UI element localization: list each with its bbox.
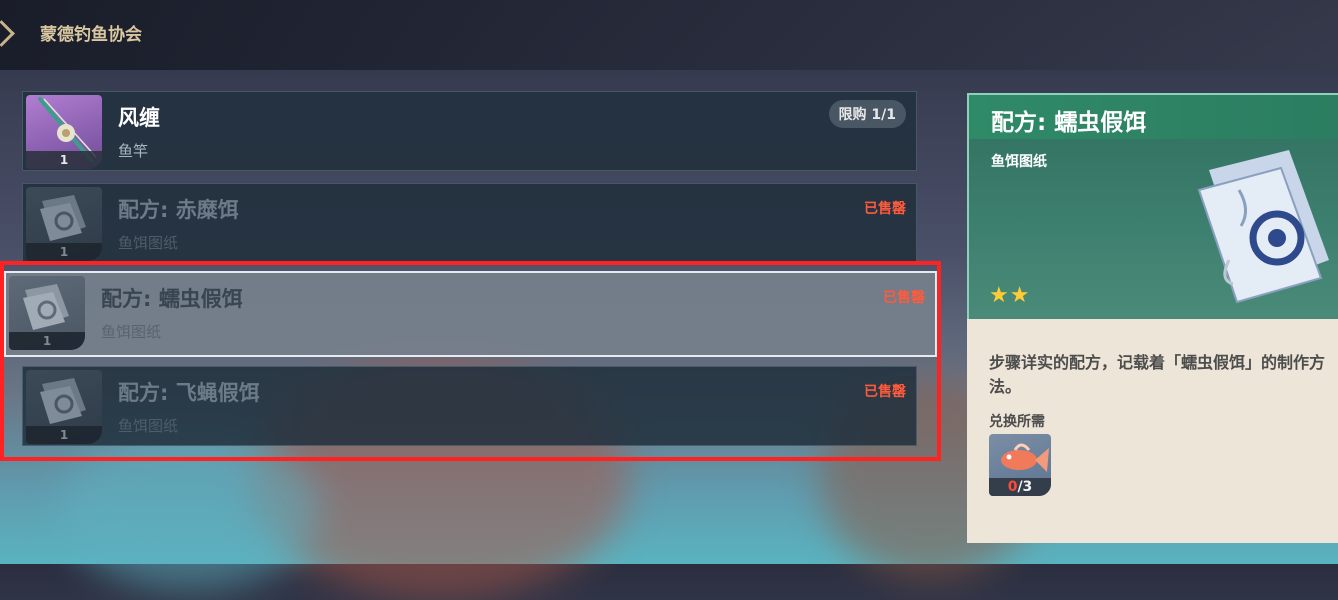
cost-need: /3	[1017, 479, 1033, 495]
back-chevron-icon[interactable]	[0, 20, 15, 47]
item-name: 配方: 赤糜饵	[118, 198, 239, 222]
item-type: 鱼饵图纸	[118, 234, 179, 252]
detail-title: 配方: 蠕虫假饵	[991, 110, 1147, 136]
item-quantity: 1	[9, 332, 85, 350]
bait-scroll-icon: 1	[26, 187, 102, 261]
cost-have: 0	[1007, 479, 1018, 495]
shop-item-fengchan[interactable]: 1 风缠 鱼竿 限购 1/1	[22, 91, 917, 171]
fishing-rod-icon: 1	[26, 95, 102, 169]
bait-scroll-icon: 1	[26, 370, 102, 444]
detail-title-bar: 配方: 蠕虫假饵	[969, 95, 1338, 139]
item-detail-panel: 配方: 蠕虫假饵 鱼饵图纸 ★★ 步骤详实的配方，记载着「蠕虫假饵」的制作方法。…	[967, 93, 1338, 543]
item-description: 步骤详实的配方，记载着「蠕虫假饵」的制作方法。	[989, 353, 1326, 396]
fish-icon	[1001, 443, 1049, 472]
bait-scroll-icon: 1	[9, 276, 85, 350]
shop-item-fly-lure[interactable]: 1 配方: 飞蝇假饵 鱼饵图纸 已售罄	[22, 366, 917, 446]
detail-header: 配方: 蠕虫假饵 鱼饵图纸 ★★	[967, 93, 1338, 319]
detail-category: 鱼饵图纸	[991, 154, 1047, 170]
item-quantity: 1	[26, 151, 102, 169]
shop-item-chimi-bait[interactable]: 1 配方: 赤糜饵 鱼饵图纸 已售罄	[22, 183, 917, 263]
item-type: 鱼竿	[118, 142, 149, 160]
shop-item-worm-lure[interactable]: 1 配方: 蠕虫假饵 鱼饵图纸 已售罄	[4, 271, 937, 357]
item-name: 配方: 蠕虫假饵	[101, 287, 243, 311]
item-name: 风缠	[118, 106, 160, 130]
item-type: 鱼饵图纸	[118, 417, 179, 435]
item-quantity: 1	[26, 243, 102, 261]
cost-item-slot[interactable]: 0/3	[989, 434, 1051, 496]
cost-label: 兑换所需	[989, 414, 1045, 430]
sold-out-label: 已售罄	[864, 201, 906, 217]
detail-body: 步骤详实的配方，记载着「蠕虫假饵」的制作方法。 兑换所需 0/3	[967, 319, 1338, 543]
item-quantity: 1	[26, 426, 102, 444]
sold-out-label: 已售罄	[864, 384, 906, 400]
background-scenery	[60, 430, 320, 590]
page-title: 蒙德钓鱼协会	[40, 25, 142, 45]
item-type: 鱼饵图纸	[101, 323, 162, 341]
purchase-limit-badge: 限购 1/1	[828, 100, 906, 128]
bait-scroll-icon	[1197, 150, 1329, 304]
top-bar: 蒙德钓鱼协会	[0, 0, 1338, 70]
item-name: 配方: 飞蝇假饵	[118, 381, 260, 405]
sold-out-label: 已售罄	[883, 290, 925, 306]
cost-count: 0/3	[989, 478, 1051, 496]
rarity-stars: ★★	[989, 283, 1031, 308]
